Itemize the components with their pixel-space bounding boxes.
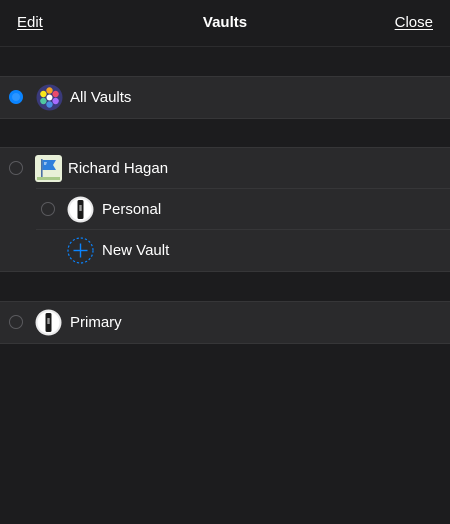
vault-row-personal[interactable]: Personal bbox=[0, 189, 450, 230]
close-button[interactable]: Close bbox=[395, 14, 433, 31]
vault-keyhole-icon bbox=[67, 196, 94, 223]
radio-unselected[interactable] bbox=[41, 202, 55, 216]
radio-selected[interactable] bbox=[9, 90, 23, 104]
account-group: Richard Hagan Personal New Vault bbox=[0, 147, 450, 272]
new-vault-label: New Vault bbox=[102, 242, 170, 259]
primary-group: Primary bbox=[0, 301, 450, 344]
radio-unselected[interactable] bbox=[9, 161, 23, 175]
account-flag-icon bbox=[35, 155, 62, 182]
all-vaults-icon bbox=[36, 84, 63, 111]
all-vaults-row[interactable]: All Vaults bbox=[0, 77, 450, 118]
radio-unselected[interactable] bbox=[9, 315, 23, 329]
primary-vault-label: Primary bbox=[70, 314, 122, 331]
all-vaults-label: All Vaults bbox=[70, 89, 132, 106]
new-vault-row[interactable]: New Vault bbox=[0, 230, 450, 271]
page-title: Vaults bbox=[202, 14, 248, 31]
primary-vault-row[interactable]: Primary bbox=[0, 302, 450, 343]
vault-keyhole-icon bbox=[35, 309, 62, 336]
all-vaults-group: All Vaults bbox=[0, 76, 450, 119]
vault-label-personal: Personal bbox=[102, 201, 162, 218]
account-row[interactable]: Richard Hagan bbox=[0, 148, 450, 189]
add-vault-icon[interactable] bbox=[67, 237, 94, 264]
navigation-bar: Edit Vaults Close bbox=[0, 0, 450, 47]
account-name: Richard Hagan bbox=[68, 160, 169, 177]
